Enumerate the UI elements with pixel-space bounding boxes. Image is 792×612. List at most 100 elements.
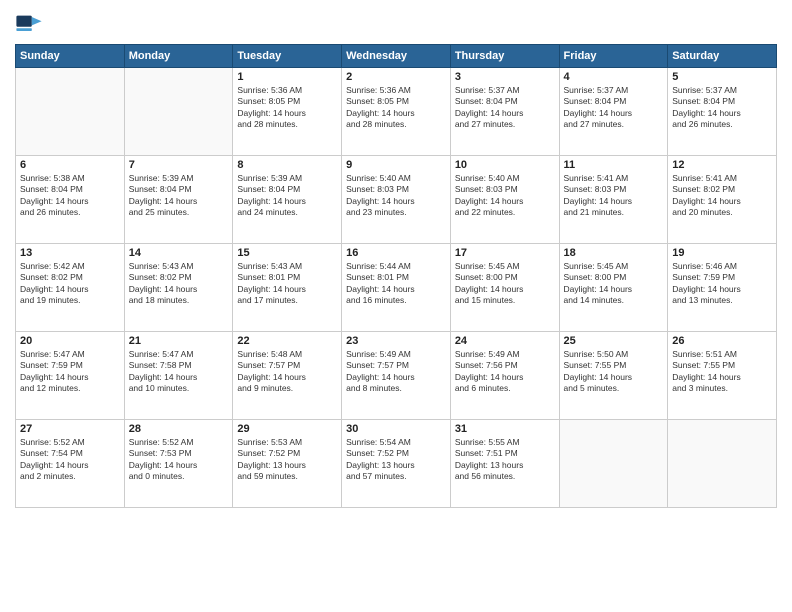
logo bbox=[15, 10, 47, 38]
calendar-header-sunday: Sunday bbox=[16, 45, 125, 68]
calendar-cell: 20 Sunrise: 5:47 AM Sunset: 7:59 PM Dayli… bbox=[16, 332, 125, 420]
calendar-cell: 9 Sunrise: 5:40 AM Sunset: 8:03 PM Daylig… bbox=[342, 156, 451, 244]
calendar-header-thursday: Thursday bbox=[450, 45, 559, 68]
day-number: 20 bbox=[20, 335, 120, 347]
day-info: Sunrise: 5:41 AM Sunset: 8:03 PM Dayligh… bbox=[564, 173, 664, 219]
calendar-cell: 10Sunrise: 5:40 AM Sunset: 8:03 PM Dayli… bbox=[450, 156, 559, 244]
day-number: 22 bbox=[237, 335, 337, 347]
day-info: Sunrise: 5:55 AM Sunset: 7:51 PM Dayligh… bbox=[455, 437, 555, 483]
day-number: 1 bbox=[237, 71, 337, 83]
day-info: Sunrise: 5:39 AM Sunset: 8:04 PM Dayligh… bbox=[129, 173, 229, 219]
day-number: 4 bbox=[564, 71, 664, 83]
calendar-cell: 17Sunrise: 5:45 AM Sunset: 8:00 PM Dayli… bbox=[450, 244, 559, 332]
calendar-cell: 28 Sunrise: 5:52 AM Sunset: 7:53 PM Dayli… bbox=[124, 420, 233, 508]
calendar-cell: 18Sunrise: 5:45 AM Sunset: 8:00 PM Dayli… bbox=[559, 244, 668, 332]
day-info: Sunrise: 5:53 AM Sunset: 7:52 PM Dayligh… bbox=[237, 437, 337, 483]
day-info: Sunrise: 5:39 AM Sunset: 8:04 PM Dayligh… bbox=[237, 173, 337, 219]
calendar-cell: 1 Sunrise: 5:36 AM Sunset: 8:05 PM Daylig… bbox=[233, 68, 342, 156]
day-info: Sunrise: 5:43 AM Sunset: 8:01 PM Dayligh… bbox=[237, 261, 337, 307]
calendar-cell: 19 Sunrise: 5:46 AM Sunset: 7:59 PM Dayli… bbox=[668, 244, 777, 332]
calendar-cell: 26 Sunrise: 5:51 AM Sunset: 7:55 PM Dayli… bbox=[668, 332, 777, 420]
day-number: 6 bbox=[20, 159, 120, 171]
day-info: Sunrise: 5:51 AM Sunset: 7:55 PM Dayligh… bbox=[672, 349, 772, 395]
calendar-cell: 29 Sunrise: 5:53 AM Sunset: 7:52 PM Dayli… bbox=[233, 420, 342, 508]
calendar-week-row: 6 Sunrise: 5:38 AM Sunset: 8:04 PM Daylig… bbox=[16, 156, 777, 244]
day-info: Sunrise: 5:44 AM Sunset: 8:01 PM Dayligh… bbox=[346, 261, 446, 307]
day-number: 7 bbox=[129, 159, 229, 171]
day-info: Sunrise: 5:37 AM Sunset: 8:04 PM Dayligh… bbox=[564, 85, 664, 131]
day-number: 28 bbox=[129, 423, 229, 435]
day-number: 31 bbox=[455, 423, 555, 435]
calendar-cell bbox=[124, 68, 233, 156]
day-info: Sunrise: 5:47 AM Sunset: 7:59 PM Dayligh… bbox=[20, 349, 120, 395]
day-info: Sunrise: 5:52 AM Sunset: 7:53 PM Dayligh… bbox=[129, 437, 229, 483]
calendar-week-row: 1 Sunrise: 5:36 AM Sunset: 8:05 PM Daylig… bbox=[16, 68, 777, 156]
calendar-cell: 27 Sunrise: 5:52 AM Sunset: 7:54 PM Dayli… bbox=[16, 420, 125, 508]
day-number: 8 bbox=[237, 159, 337, 171]
day-number: 15 bbox=[237, 247, 337, 259]
day-number: 11 bbox=[564, 159, 664, 171]
calendar-cell: 15 Sunrise: 5:43 AM Sunset: 8:01 PM Dayli… bbox=[233, 244, 342, 332]
day-info: Sunrise: 5:50 AM Sunset: 7:55 PM Dayligh… bbox=[564, 349, 664, 395]
day-info: Sunrise: 5:42 AM Sunset: 8:02 PM Dayligh… bbox=[20, 261, 120, 307]
day-info: Sunrise: 5:52 AM Sunset: 7:54 PM Dayligh… bbox=[20, 437, 120, 483]
calendar-header-row: SundayMondayTuesdayWednesdayThursdayFrid… bbox=[16, 45, 777, 68]
calendar-cell: 3 Sunrise: 5:37 AM Sunset: 8:04 PM Daylig… bbox=[450, 68, 559, 156]
calendar-header-wednesday: Wednesday bbox=[342, 45, 451, 68]
day-number: 24 bbox=[455, 335, 555, 347]
day-number: 26 bbox=[672, 335, 772, 347]
day-info: Sunrise: 5:36 AM Sunset: 8:05 PM Dayligh… bbox=[237, 85, 337, 131]
calendar-cell: 13 Sunrise: 5:42 AM Sunset: 8:02 PM Dayli… bbox=[16, 244, 125, 332]
day-info: Sunrise: 5:49 AM Sunset: 7:56 PM Dayligh… bbox=[455, 349, 555, 395]
day-number: 19 bbox=[672, 247, 772, 259]
calendar-header-tuesday: Tuesday bbox=[233, 45, 342, 68]
calendar-cell: 8 Sunrise: 5:39 AM Sunset: 8:04 PM Daylig… bbox=[233, 156, 342, 244]
day-info: Sunrise: 5:49 AM Sunset: 7:57 PM Dayligh… bbox=[346, 349, 446, 395]
day-number: 12 bbox=[672, 159, 772, 171]
calendar-header-saturday: Saturday bbox=[668, 45, 777, 68]
calendar-cell: 6 Sunrise: 5:38 AM Sunset: 8:04 PM Daylig… bbox=[16, 156, 125, 244]
day-info: Sunrise: 5:38 AM Sunset: 8:04 PM Dayligh… bbox=[20, 173, 120, 219]
day-info: Sunrise: 5:47 AM Sunset: 7:58 PM Dayligh… bbox=[129, 349, 229, 395]
calendar-table: SundayMondayTuesdayWednesdayThursdayFrid… bbox=[15, 44, 777, 508]
calendar-cell: 24 Sunrise: 5:49 AM Sunset: 7:56 PM Dayli… bbox=[450, 332, 559, 420]
day-number: 9 bbox=[346, 159, 446, 171]
day-info: Sunrise: 5:37 AM Sunset: 8:04 PM Dayligh… bbox=[455, 85, 555, 131]
day-info: Sunrise: 5:46 AM Sunset: 7:59 PM Dayligh… bbox=[672, 261, 772, 307]
calendar-cell: 21Sunrise: 5:47 AM Sunset: 7:58 PM Dayli… bbox=[124, 332, 233, 420]
day-info: Sunrise: 5:48 AM Sunset: 7:57 PM Dayligh… bbox=[237, 349, 337, 395]
day-info: Sunrise: 5:45 AM Sunset: 8:00 PM Dayligh… bbox=[564, 261, 664, 307]
calendar-cell: 23 Sunrise: 5:49 AM Sunset: 7:57 PM Dayli… bbox=[342, 332, 451, 420]
day-number: 17 bbox=[455, 247, 555, 259]
calendar-cell bbox=[668, 420, 777, 508]
header bbox=[15, 10, 777, 38]
calendar-cell: 14Sunrise: 5:43 AM Sunset: 8:02 PM Dayli… bbox=[124, 244, 233, 332]
calendar-cell: 30Sunrise: 5:54 AM Sunset: 7:52 PM Dayli… bbox=[342, 420, 451, 508]
calendar-cell: 4 Sunrise: 5:37 AM Sunset: 8:04 PM Daylig… bbox=[559, 68, 668, 156]
calendar-week-row: 13 Sunrise: 5:42 AM Sunset: 8:02 PM Dayli… bbox=[16, 244, 777, 332]
calendar-week-row: 20 Sunrise: 5:47 AM Sunset: 7:59 PM Dayli… bbox=[16, 332, 777, 420]
day-number: 27 bbox=[20, 423, 120, 435]
day-number: 29 bbox=[237, 423, 337, 435]
day-number: 10 bbox=[455, 159, 555, 171]
day-number: 3 bbox=[455, 71, 555, 83]
calendar-header-monday: Monday bbox=[124, 45, 233, 68]
day-info: Sunrise: 5:41 AM Sunset: 8:02 PM Dayligh… bbox=[672, 173, 772, 219]
day-number: 30 bbox=[346, 423, 446, 435]
calendar-cell: 12 Sunrise: 5:41 AM Sunset: 8:02 PM Dayli… bbox=[668, 156, 777, 244]
calendar-cell: 25Sunrise: 5:50 AM Sunset: 7:55 PM Dayli… bbox=[559, 332, 668, 420]
day-number: 14 bbox=[129, 247, 229, 259]
calendar-cell: 5Sunrise: 5:37 AM Sunset: 8:04 PM Daylig… bbox=[668, 68, 777, 156]
day-number: 13 bbox=[20, 247, 120, 259]
day-info: Sunrise: 5:36 AM Sunset: 8:05 PM Dayligh… bbox=[346, 85, 446, 131]
day-info: Sunrise: 5:40 AM Sunset: 8:03 PM Dayligh… bbox=[346, 173, 446, 219]
calendar-cell: 22 Sunrise: 5:48 AM Sunset: 7:57 PM Dayli… bbox=[233, 332, 342, 420]
calendar-header-friday: Friday bbox=[559, 45, 668, 68]
calendar-cell bbox=[16, 68, 125, 156]
calendar-cell: 11 Sunrise: 5:41 AM Sunset: 8:03 PM Dayli… bbox=[559, 156, 668, 244]
logo-icon bbox=[15, 10, 43, 38]
calendar-week-row: 27 Sunrise: 5:52 AM Sunset: 7:54 PM Dayli… bbox=[16, 420, 777, 508]
calendar-cell bbox=[559, 420, 668, 508]
day-number: 23 bbox=[346, 335, 446, 347]
day-number: 5 bbox=[672, 71, 772, 83]
